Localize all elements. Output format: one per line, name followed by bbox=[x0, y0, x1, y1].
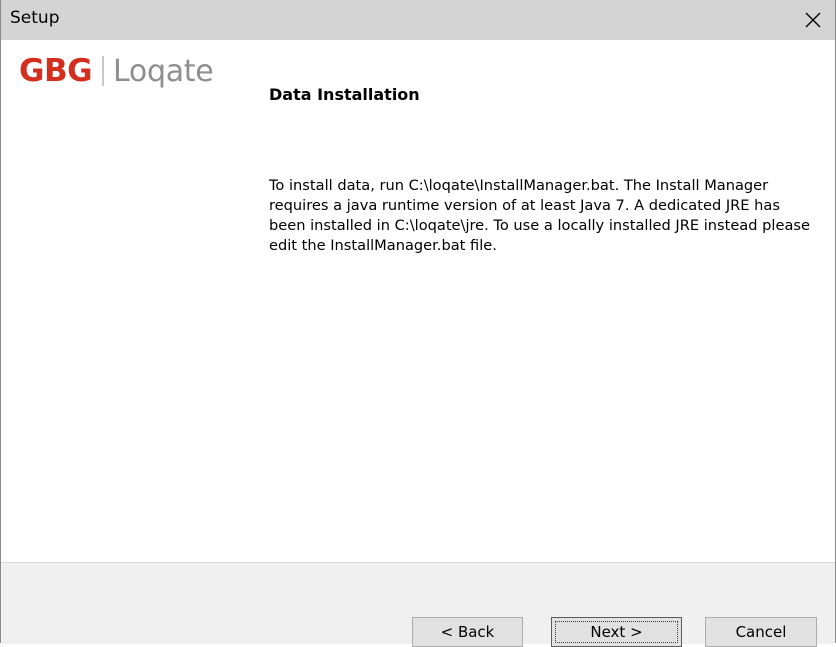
back-button-label: < Back bbox=[440, 623, 495, 641]
logo-product: Loqate bbox=[113, 53, 214, 89]
next-button-label: Next > bbox=[590, 623, 643, 641]
instructions-text: To install data, run C:\loqate\InstallMa… bbox=[269, 177, 810, 254]
cancel-button-label: Cancel bbox=[735, 623, 787, 641]
close-button[interactable] bbox=[791, 0, 835, 40]
title-bar: Setup bbox=[1, 0, 835, 40]
page-heading: Data Installation bbox=[269, 85, 420, 104]
logo-brand: GBG bbox=[19, 53, 93, 89]
setup-window: Setup GBG Loqate Data Installation To in… bbox=[0, 0, 836, 647]
gbg-loqate-logo: GBG Loqate bbox=[19, 51, 214, 91]
window-title: Setup bbox=[10, 8, 60, 28]
logo-divider bbox=[102, 56, 105, 86]
close-icon bbox=[805, 12, 821, 28]
